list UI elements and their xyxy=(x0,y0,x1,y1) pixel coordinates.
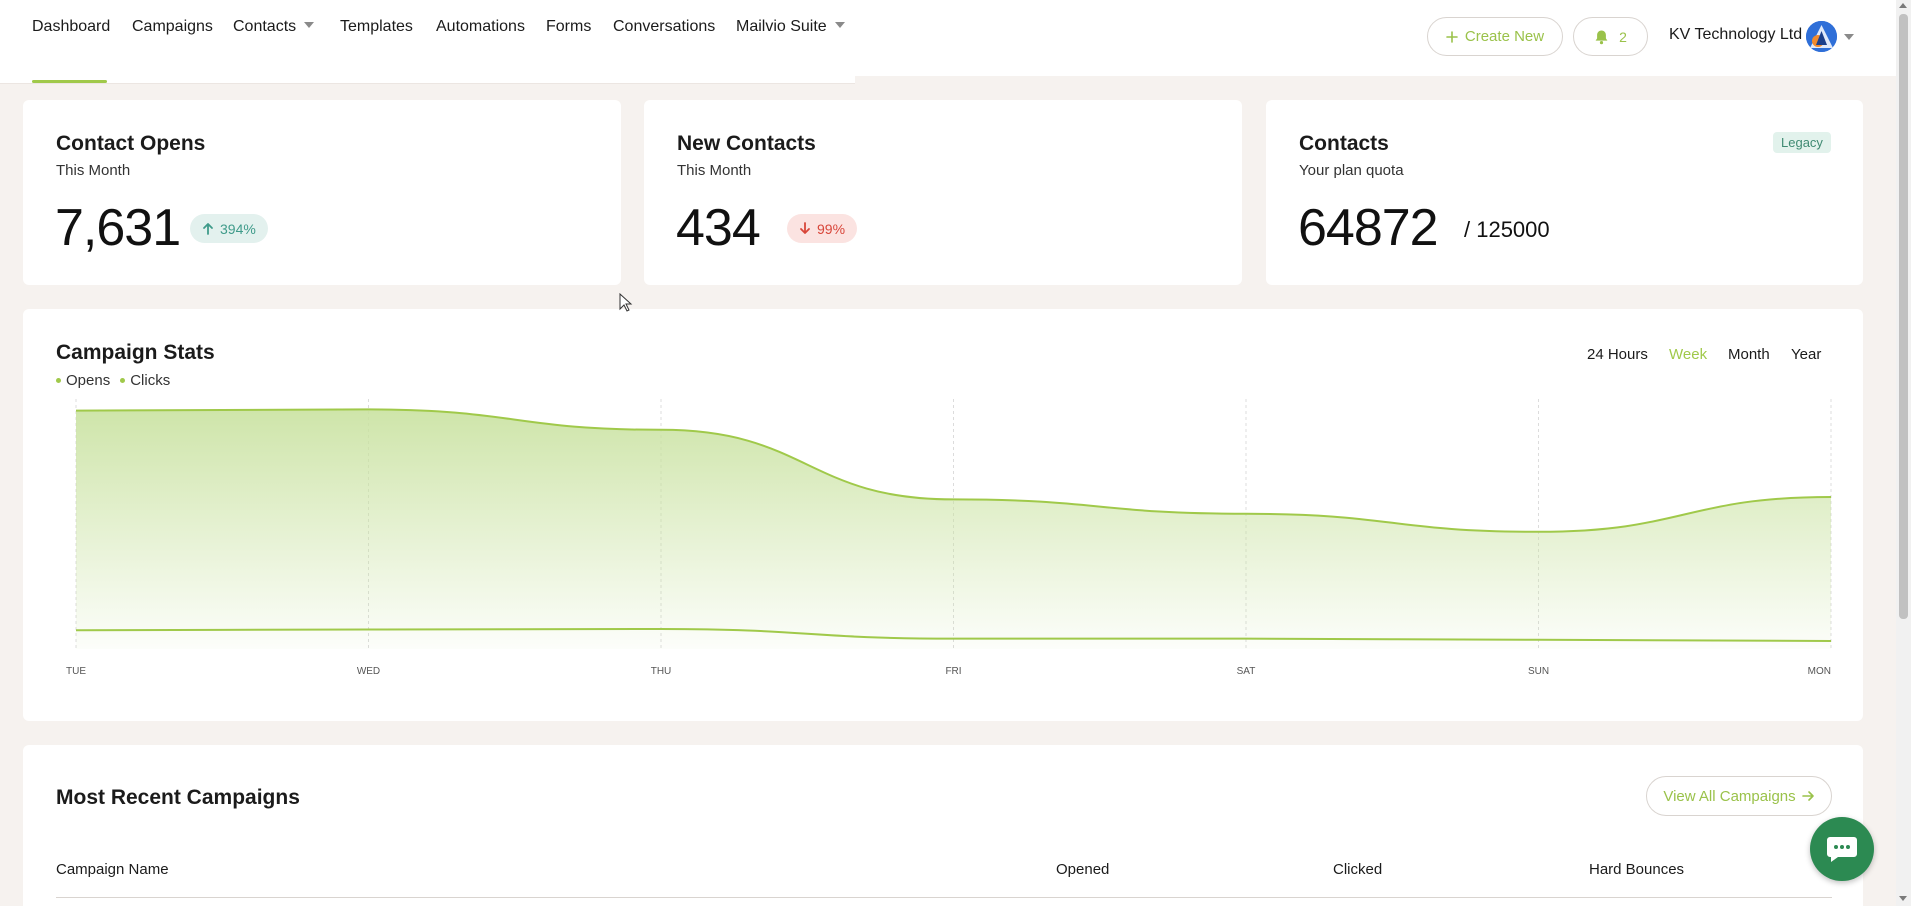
contacts-quota-card: Contacts Your plan quota 64872 / 125000 … xyxy=(1266,100,1863,285)
arrow-up-icon xyxy=(203,223,213,235)
nav-dashboard[interactable]: Dashboard xyxy=(32,18,110,36)
avatar-logo-icon xyxy=(1806,21,1837,52)
create-new-button[interactable]: Create New xyxy=(1427,17,1563,56)
new-contacts-title: New Contacts xyxy=(677,132,816,155)
nav-campaigns[interactable]: Campaigns xyxy=(132,18,213,36)
column-header-campaign-name[interactable]: Campaign Name xyxy=(56,861,169,878)
contact-opens-change-badge: 394% xyxy=(190,214,268,243)
x-tick-label-sun: SUN xyxy=(1528,666,1549,677)
column-header-clicked[interactable]: Clicked xyxy=(1333,861,1382,878)
contacts-subtitle: Your plan quota xyxy=(1299,162,1404,179)
view-all-campaigns-label: View All Campaigns xyxy=(1663,787,1796,805)
campaign-stats-chart: TUE WED THU FRI SAT SUN MON xyxy=(66,399,1832,677)
nav-templates[interactable]: Templates xyxy=(340,18,413,36)
nav-contacts-label: Contacts xyxy=(233,18,297,35)
column-header-hard-bounces[interactable]: Hard Bounces xyxy=(1589,861,1684,878)
x-tick-label-tue: TUE xyxy=(66,666,86,677)
arrow-down-icon xyxy=(800,222,810,234)
x-tick-label-thu: THU xyxy=(651,666,672,677)
notifications-button[interactable]: 2 xyxy=(1573,17,1648,56)
chevron-down-icon[interactable] xyxy=(1844,34,1854,40)
view-all-campaigns-button[interactable]: View All Campaigns xyxy=(1646,776,1832,816)
notifications-count: 2 xyxy=(1619,28,1627,45)
chat-icon xyxy=(1827,837,1857,862)
new-contacts-card: New Contacts This Month 434 99% xyxy=(644,100,1242,285)
series-opens-area xyxy=(76,409,1831,649)
app: Dashboard Campaigns Contacts Templates A… xyxy=(0,0,1911,906)
plus-icon xyxy=(1446,30,1458,43)
scrollbar-thumb[interactable] xyxy=(1899,14,1908,619)
scroll-up-arrow-icon[interactable] xyxy=(1899,3,1907,8)
nav-mailvio-suite[interactable]: Mailvio Suite xyxy=(736,18,845,36)
nav-forms[interactable]: Forms xyxy=(546,18,591,36)
arrow-right-icon xyxy=(1801,791,1814,801)
column-header-opened[interactable]: Opened xyxy=(1056,861,1109,878)
organization-name[interactable]: KV Technology Ltd xyxy=(1669,26,1802,44)
legacy-badge: Legacy xyxy=(1773,132,1831,153)
chevron-down-icon xyxy=(304,22,315,28)
scroll-down-arrow-icon[interactable] xyxy=(1899,896,1907,901)
nav-automations[interactable]: Automations xyxy=(436,18,525,36)
contact-opens-value: 7,631 xyxy=(55,199,181,257)
mouse-cursor-icon xyxy=(619,293,633,312)
contact-opens-subtitle: This Month xyxy=(56,162,131,179)
contact-opens-change: 394% xyxy=(220,220,256,237)
x-tick-label-wed: WED xyxy=(357,666,380,677)
contacts-value: 64872 xyxy=(1298,199,1439,257)
active-tab-indicator xyxy=(32,80,107,83)
recent-campaigns-card: Most Recent Campaigns View All Campaigns… xyxy=(23,745,1863,906)
x-tick-label-mon: MON xyxy=(1808,666,1831,677)
new-contacts-value: 434 xyxy=(676,199,761,257)
nav-conversations[interactable]: Conversations xyxy=(613,18,715,36)
avatar[interactable] xyxy=(1806,21,1837,52)
nav-mailvio-suite-label: Mailvio Suite xyxy=(736,18,827,35)
recent-campaigns-title: Most Recent Campaigns xyxy=(56,786,300,809)
contact-opens-card: Contact Opens This Month 7,631 394% xyxy=(23,100,621,285)
new-contacts-change-badge: 99% xyxy=(787,214,858,243)
campaign-stats-card: Campaign Stats Opens Clicks 24 Hours Wee… xyxy=(23,309,1863,721)
nav-contacts[interactable]: Contacts xyxy=(233,18,315,36)
create-new-label: Create New xyxy=(1464,28,1545,45)
new-contacts-change: 99% xyxy=(817,220,846,237)
contact-opens-title: Contact Opens xyxy=(56,132,206,155)
x-tick-label-fri: FRI xyxy=(945,666,961,677)
bell-icon xyxy=(1595,30,1608,44)
contacts-title: Contacts xyxy=(1299,132,1389,155)
contacts-quota: / 125000 xyxy=(1464,217,1550,242)
table-header-divider xyxy=(56,897,1832,898)
chat-button[interactable] xyxy=(1810,817,1874,881)
x-tick-label-sat: SAT xyxy=(1237,666,1256,677)
new-contacts-subtitle: This Month xyxy=(677,162,752,179)
chevron-down-icon xyxy=(834,22,845,28)
main-nav: Dashboard Campaigns Contacts Templates A… xyxy=(0,0,855,84)
